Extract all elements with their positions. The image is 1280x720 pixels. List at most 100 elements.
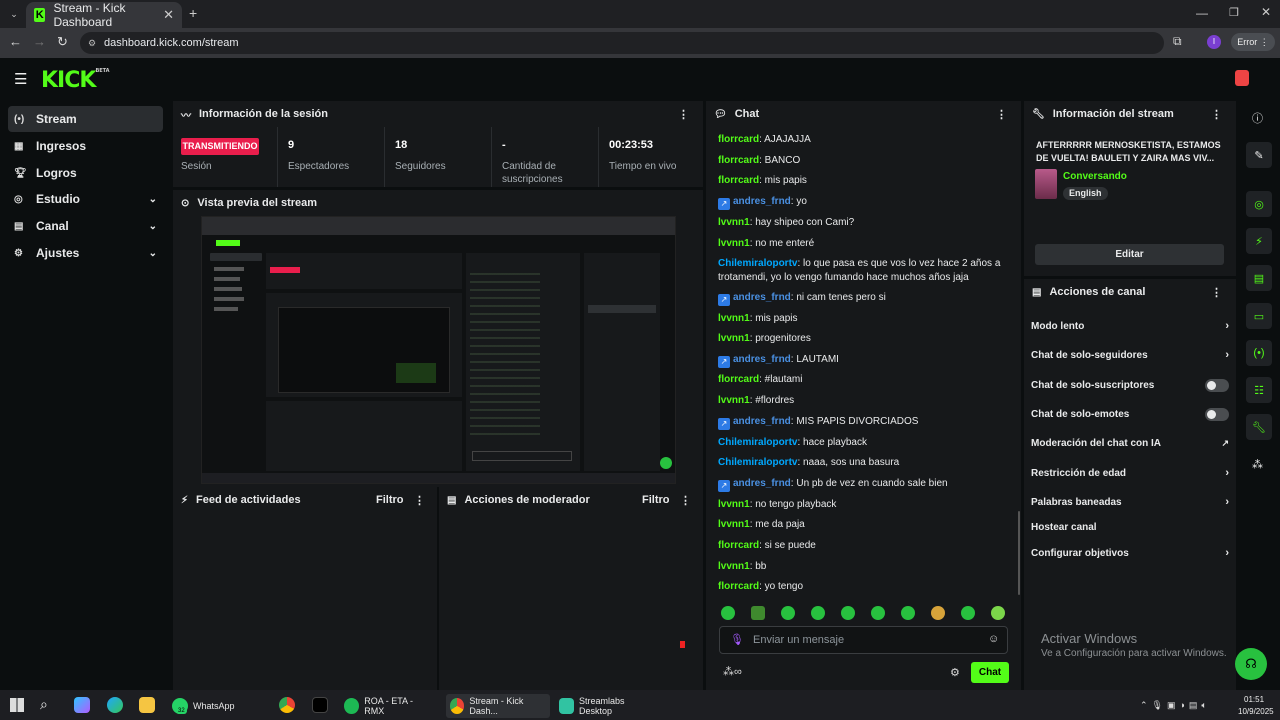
window-minimize-button[interactable]: — [1196, 6, 1208, 20]
chat-settings-icon[interactable]: ⚙ [950, 666, 960, 679]
rail-document-icon[interactable]: ▤ [1246, 265, 1272, 291]
tab-search-button[interactable]: ⌄ [6, 6, 22, 22]
chat-input[interactable]: 🎙︎ Enviar un mensaje ☺ [719, 626, 1008, 654]
clock-time[interactable]: 01:51 [1244, 695, 1264, 704]
taskbar-app-chrome-kick[interactable]: Stream - Kick Dash... [446, 694, 550, 718]
close-tab-icon[interactable]: ✕ [163, 7, 174, 23]
action-configure-goals[interactable]: Configurar objetivos › [1031, 544, 1229, 562]
rail-list-icon[interactable]: ☷ [1246, 377, 1272, 403]
chat-username[interactable]: florrcard [718, 540, 759, 551]
emote-button[interactable] [931, 606, 945, 620]
system-tray-icons[interactable]: ⌃🎙︎▣◑▤🔈︎ [1140, 700, 1211, 711]
emoji-icon[interactable]: ☺ [988, 633, 999, 645]
taskbar-app-whatsapp[interactable]: WhatsApp [168, 694, 264, 718]
chat-scrollbar[interactable] [1018, 511, 1020, 595]
chat-username[interactable]: Chilemiraloportv [718, 258, 797, 269]
action-age-restriction[interactable]: Restricción de edad › [1031, 464, 1229, 482]
activity-filter-button[interactable]: Filtro [376, 494, 404, 506]
extensions-icon[interactable]: ⧉ [1173, 34, 1182, 49]
support-chat-button[interactable]: ☊ [1235, 648, 1267, 680]
emote-button[interactable] [961, 606, 975, 620]
sidebar-item-estudio[interactable]: ◎ Estudio ⌄ [8, 186, 163, 212]
edge-icon[interactable] [107, 697, 123, 713]
action-subscribers-only[interactable]: Chat de solo-suscriptores [1031, 376, 1229, 394]
back-button[interactable]: ← [9, 34, 22, 49]
session-more-icon[interactable]: ⋮ [678, 108, 689, 121]
emote-button[interactable] [841, 606, 855, 620]
emote-button[interactable] [901, 606, 915, 620]
chat-username[interactable]: Chilemiraloportv [718, 437, 797, 448]
edit-stream-button[interactable]: Editar [1035, 244, 1224, 265]
copilot-icon[interactable] [74, 697, 90, 713]
search-icon[interactable]: ⌕ [40, 696, 48, 713]
chat-send-button[interactable]: Chat [971, 662, 1009, 683]
emote-button[interactable] [991, 606, 1005, 620]
chat-username[interactable]: florrcard [718, 175, 759, 186]
emotes-only-toggle[interactable] [1205, 407, 1229, 421]
rail-edit-icon[interactable]: ✎ [1246, 142, 1272, 168]
rail-broadcast-icon[interactable]: (•) [1246, 340, 1272, 366]
chat-username[interactable]: florrcard [718, 581, 759, 592]
taskbar-app-streamlabs[interactable]: Streamlabs Desktop [555, 694, 659, 718]
reload-button[interactable]: ↻ [57, 34, 68, 50]
channel-actions-more-icon[interactable]: ⋮ [1211, 286, 1222, 299]
action-emotes-only[interactable]: Chat de solo-emotes [1031, 405, 1229, 423]
clock-date[interactable]: 10/9/2025 [1238, 707, 1274, 716]
chat-username[interactable]: lvvnn1 [718, 395, 750, 406]
action-host-channel[interactable]: Hostear canal [1031, 518, 1229, 536]
address-bar[interactable]: ⚙ dashboard.kick.com/stream [80, 32, 1164, 54]
emote-button[interactable] [811, 606, 825, 620]
action-ai-moderation[interactable]: Moderación del chat con IA ↗ [1031, 434, 1229, 452]
chat-username[interactable]: lvvnn1 [718, 561, 750, 572]
chat-username[interactable]: andres_frnd [733, 292, 791, 303]
emote-button[interactable] [751, 606, 765, 620]
chat-username[interactable]: lvvnn1 [718, 313, 750, 324]
chat-username[interactable]: florrcard [718, 134, 759, 145]
sidebar-item-ingresos[interactable]: ▦ Ingresos [8, 133, 163, 159]
action-slow-mode[interactable]: Modo lento › [1031, 317, 1229, 335]
tiktok-icon[interactable] [312, 697, 328, 713]
chat-username[interactable]: florrcard [718, 374, 759, 385]
emote-button[interactable] [871, 606, 885, 620]
site-info-icon[interactable]: ⚙ [88, 32, 96, 54]
chrome-icon[interactable] [279, 697, 295, 713]
chat-username[interactable]: lvvnn1 [718, 519, 750, 530]
chat-username[interactable]: lvvnn1 [718, 499, 750, 510]
chat-tools-icon[interactable]: ⁂∞ [723, 665, 742, 678]
error-chip[interactable]: Error ⋮ [1231, 33, 1275, 51]
profile-avatar[interactable]: I [1207, 35, 1221, 49]
stream-preview-video[interactable] [201, 216, 676, 484]
activity-more-icon[interactable]: ⋮ [414, 494, 425, 507]
chat-username[interactable]: florrcard [718, 155, 759, 166]
rail-wrench-icon[interactable]: 🔧︎ [1246, 414, 1272, 440]
chat-username[interactable]: andres_frnd [733, 416, 791, 427]
window-maximize-button[interactable]: ❐ [1229, 6, 1239, 19]
subscribers-only-toggle[interactable] [1205, 378, 1229, 392]
chat-username[interactable]: lvvnn1 [718, 217, 750, 228]
moderator-more-icon[interactable]: ⋮ [680, 494, 691, 507]
window-close-button[interactable]: ✕ [1261, 5, 1271, 19]
chat-username[interactable]: lvvnn1 [718, 333, 750, 344]
file-explorer-icon[interactable] [139, 697, 155, 713]
chat-username[interactable]: andres_frnd [733, 354, 791, 365]
user-avatar[interactable] [1235, 70, 1249, 86]
moderator-filter-button[interactable]: Filtro [642, 494, 670, 506]
rail-tools-icon[interactable]: ⁂ [1252, 458, 1263, 471]
sidebar-item-stream[interactable]: (•) Stream [8, 106, 163, 132]
rail-studio-icon[interactable]: ◎ [1246, 191, 1272, 217]
emote-button[interactable] [781, 606, 795, 620]
rail-chat-icon[interactable]: ▭ [1246, 303, 1272, 329]
microphone-icon[interactable]: 🎙︎ [730, 633, 744, 646]
emote-button[interactable] [721, 606, 735, 620]
chat-more-icon[interactable]: ⋮ [996, 108, 1007, 121]
sidebar-item-canal[interactable]: ▤ Canal ⌄ [8, 213, 163, 239]
menu-hamburger-icon[interactable]: ☰ [14, 70, 27, 88]
new-tab-button[interactable]: + [189, 6, 197, 20]
kick-logo[interactable]: KICKBETA [41, 68, 110, 93]
category-name[interactable]: Conversando [1063, 171, 1127, 182]
chat-username[interactable]: Chilemiraloportv [718, 457, 797, 468]
action-followers-only[interactable]: Chat de solo-seguidores › [1031, 346, 1229, 364]
windows-start-icon[interactable] [10, 698, 24, 712]
rail-lightning-icon[interactable]: ⚡︎ [1246, 228, 1272, 254]
stream-info-more-icon[interactable]: ⋮ [1211, 108, 1222, 121]
